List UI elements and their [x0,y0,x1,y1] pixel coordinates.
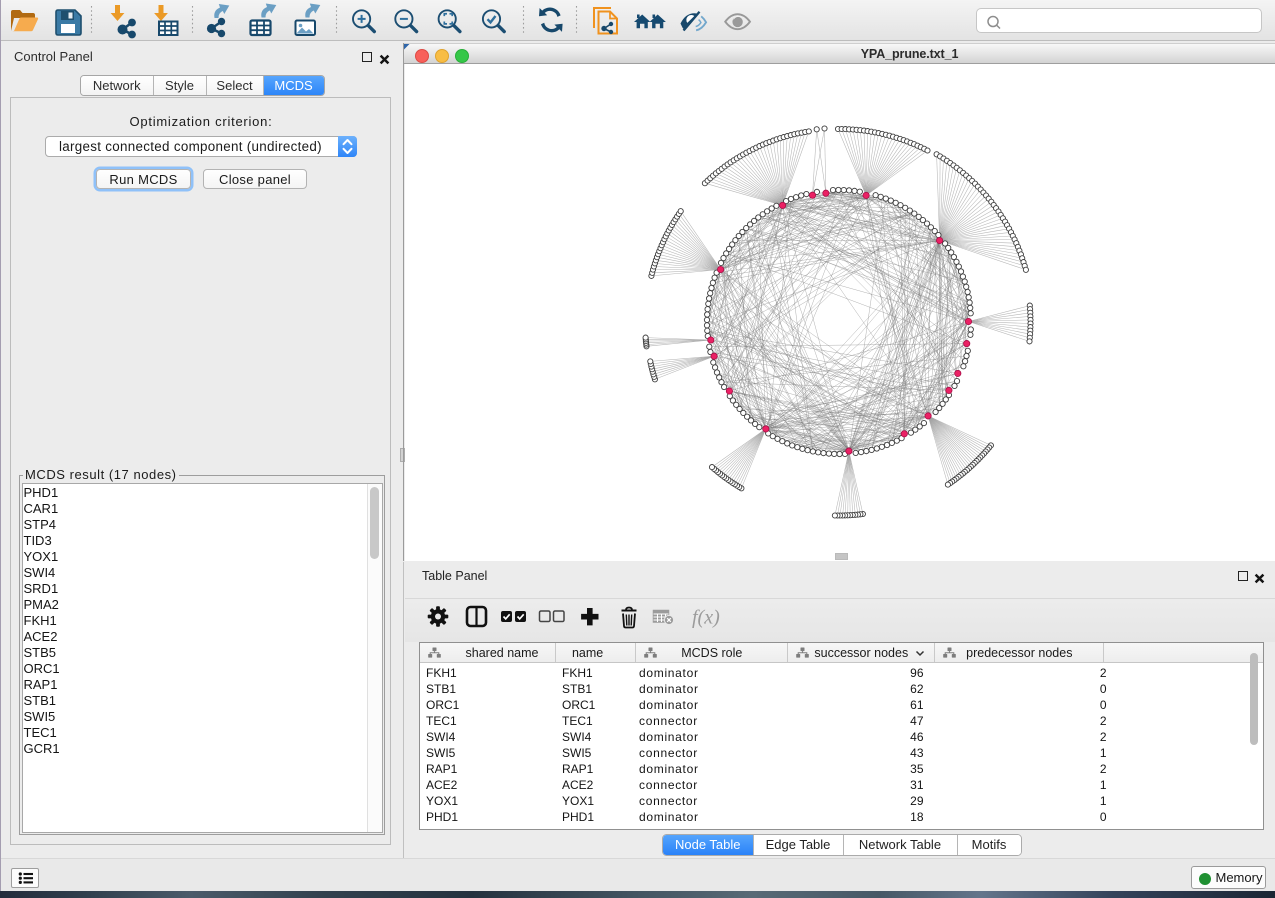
svg-text:f(x): f(x) [692,607,720,629]
